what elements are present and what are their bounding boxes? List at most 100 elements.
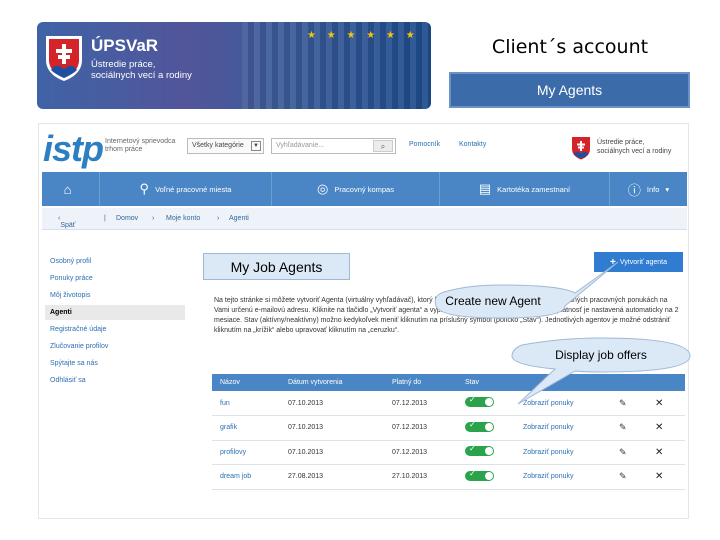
callout-display-job-offers: Display job offers — [555, 348, 647, 362]
agent-name[interactable]: grafik — [212, 415, 280, 441]
category-select[interactable]: Všetky kategórie ▼ — [187, 138, 264, 154]
check-icon: ✓ — [469, 468, 476, 478]
agent-valid-until: 07.12.2013 — [384, 440, 457, 465]
sidebar-item-logout[interactable]: Odhlásiť sa — [45, 373, 185, 388]
col-valid: Platný do — [384, 374, 457, 391]
table-row: profilovy 07.10.2013 07.12.2013 ✓ Zobraz… — [212, 440, 685, 465]
agent-valid-until: 07.12.2013 — [384, 415, 457, 441]
nav-home[interactable]: ⌂ — [42, 172, 100, 206]
table-header-row: Názov Dátum vytvorenia Platný do Stav — [212, 374, 685, 391]
category-select-value: Všetky kategórie — [192, 142, 244, 149]
close-icon[interactable]: ✕ — [655, 471, 663, 482]
plus-icon: + — [610, 256, 616, 268]
nav-label: Pracovný kompas — [334, 184, 394, 194]
breadcrumb-separator: | — [104, 215, 106, 222]
chevron-right-icon: › — [152, 215, 155, 222]
col-delete — [647, 374, 685, 391]
search-icon: ⚲ — [139, 181, 150, 196]
sidebar-item-merge-profiles[interactable]: Zlučovanie profilov — [45, 339, 185, 354]
nav-label: Voľné pracovné miesta — [155, 184, 232, 194]
pencil-icon[interactable]: ✎ — [619, 471, 627, 481]
show-offers-link[interactable]: Zobraziť ponuky — [515, 464, 611, 490]
show-offers-link[interactable]: Zobraziť ponuky — [515, 440, 611, 465]
search-placeholder: Vyhľadávanie... — [276, 142, 325, 149]
edit-cell: ✎ — [611, 440, 647, 465]
chevron-right-icon: › — [217, 215, 220, 222]
delete-cell: ✕ — [647, 440, 685, 465]
check-icon: ✓ — [469, 395, 476, 404]
nav-label: Info — [646, 184, 660, 194]
pencil-icon[interactable]: ✎ — [619, 398, 627, 408]
show-offers-link[interactable]: Zobraziť ponuky — [515, 415, 611, 441]
pencil-icon[interactable]: ✎ — [619, 422, 627, 432]
eu-stars: ★ ★ ★ ★ ★ ★ — [307, 30, 419, 41]
col-created: Dátum vytvorenia — [280, 374, 384, 391]
delete-cell: ✕ — [647, 391, 685, 416]
nav-info[interactable]: ⓘ Info ▾ — [610, 172, 687, 206]
sidebar-item-profile[interactable]: Osobný profil — [45, 254, 185, 269]
status-toggle[interactable]: ✓ — [465, 395, 494, 407]
callout-create-new-agent: Create new Agent — [445, 294, 541, 308]
status-toggle[interactable]: ✓ — [465, 444, 494, 457]
agent-valid-until: 07.12.2013 — [384, 391, 457, 416]
agents-table: Názov Dátum vytvorenia Platný do Stav fu… — [212, 374, 685, 490]
search-icon[interactable]: ⌕ — [373, 140, 393, 152]
info-icon: ⓘ — [627, 182, 641, 198]
edit-cell: ✎ — [611, 464, 647, 490]
compass-icon: ◎ — [317, 181, 329, 196]
agent-name[interactable]: profilovy — [212, 440, 280, 465]
callout-my-job-agents: My Job Agents — [203, 253, 350, 280]
status-toggle-cell: ✓ — [457, 391, 515, 416]
edit-cell: ✎ — [611, 415, 647, 441]
sidebar-item-agents[interactable]: Agenti — [45, 305, 185, 320]
sidebar-item-job-offers[interactable]: Ponuky práce — [45, 271, 185, 286]
breadcrumb-home[interactable]: Domov — [116, 215, 138, 222]
nav-job-offers[interactable]: ⚲ Voľné pracovné miesta — [100, 172, 272, 206]
table-row: grafik 07.10.2013 07.12.2013 ✓ Zobraziť … — [212, 415, 685, 441]
home-icon: ⌂ — [63, 181, 72, 197]
nav-career-compass[interactable]: ◎ Pracovný kompas — [272, 172, 440, 206]
delete-cell: ✕ — [647, 464, 685, 490]
status-toggle[interactable]: ✓ — [465, 419, 494, 432]
close-icon[interactable]: ✕ — [655, 447, 663, 458]
chevron-down-icon: ▾ — [665, 184, 670, 194]
col-edit — [611, 374, 647, 391]
table-row: dream job 27.08.2013 27.10.2013 ✓ Zobraz… — [212, 464, 685, 490]
istp-logo[interactable]: istp — [43, 128, 104, 170]
sidebar-item-registration[interactable]: Registračné údaje — [45, 322, 185, 337]
close-icon[interactable]: ✕ — [655, 398, 663, 409]
header-org-text: Ústredie práce, sociálnych vecí a rodiny — [597, 139, 672, 155]
breadcrumb-agents: Agenti — [229, 215, 249, 222]
nav-occupations[interactable]: ▤ Kartotéka zamestnaní — [440, 172, 610, 206]
istp-page-screenshot: istp Internetový sprievodca trhom práce … — [38, 123, 689, 519]
check-icon: ✓ — [469, 444, 476, 454]
sidebar-item-cv[interactable]: Môj životopis — [45, 288, 185, 303]
agent-created: 07.10.2013 — [280, 391, 384, 416]
agent-name[interactable]: dream job — [212, 464, 280, 490]
breadcrumb: ‹ Späť | Domov › Moje konto › Agenti — [42, 208, 687, 230]
status-toggle-cell: ✓ — [457, 440, 515, 465]
pencil-icon[interactable]: ✎ — [619, 447, 627, 457]
back-link[interactable]: ‹ Späť — [58, 215, 75, 229]
slide-title: Client´s account — [491, 36, 649, 58]
main-navbar: ⌂ ⚲ Voľné pracovné miesta ◎ Pracovný kom… — [42, 172, 687, 206]
agent-name[interactable]: fun — [212, 391, 280, 416]
create-agent-button[interactable]: + Vytvoriť agenta — [594, 252, 683, 272]
contacts-link[interactable]: Kontakty — [459, 141, 486, 148]
show-offers-link[interactable]: Zobraziť ponuky — [515, 391, 611, 416]
sidebar-item-ask-us[interactable]: Spýtajte sa nás — [45, 356, 185, 371]
nav-label: Kartotéka zamestnaní — [497, 184, 571, 194]
slovak-crest-icon — [46, 36, 82, 81]
close-icon[interactable]: ✕ — [655, 422, 663, 433]
help-link[interactable]: Pomocník — [409, 141, 440, 148]
search-input[interactable]: Vyhľadávanie... ⌕ — [271, 138, 396, 154]
col-name: Názov — [212, 374, 280, 391]
agent-created: 07.10.2013 — [280, 440, 384, 465]
status-toggle[interactable]: ✓ — [465, 468, 494, 481]
table-row: fun 07.10.2013 07.12.2013 ✓ Zobraziť pon… — [212, 391, 685, 416]
breadcrumb-account[interactable]: Moje konto — [166, 215, 200, 222]
status-toggle-cell: ✓ — [457, 464, 515, 490]
org-subtitle: Ústredie práce, sociálnych vecí a rodiny — [91, 59, 192, 81]
col-action — [515, 374, 611, 391]
check-icon: ✓ — [469, 419, 476, 429]
